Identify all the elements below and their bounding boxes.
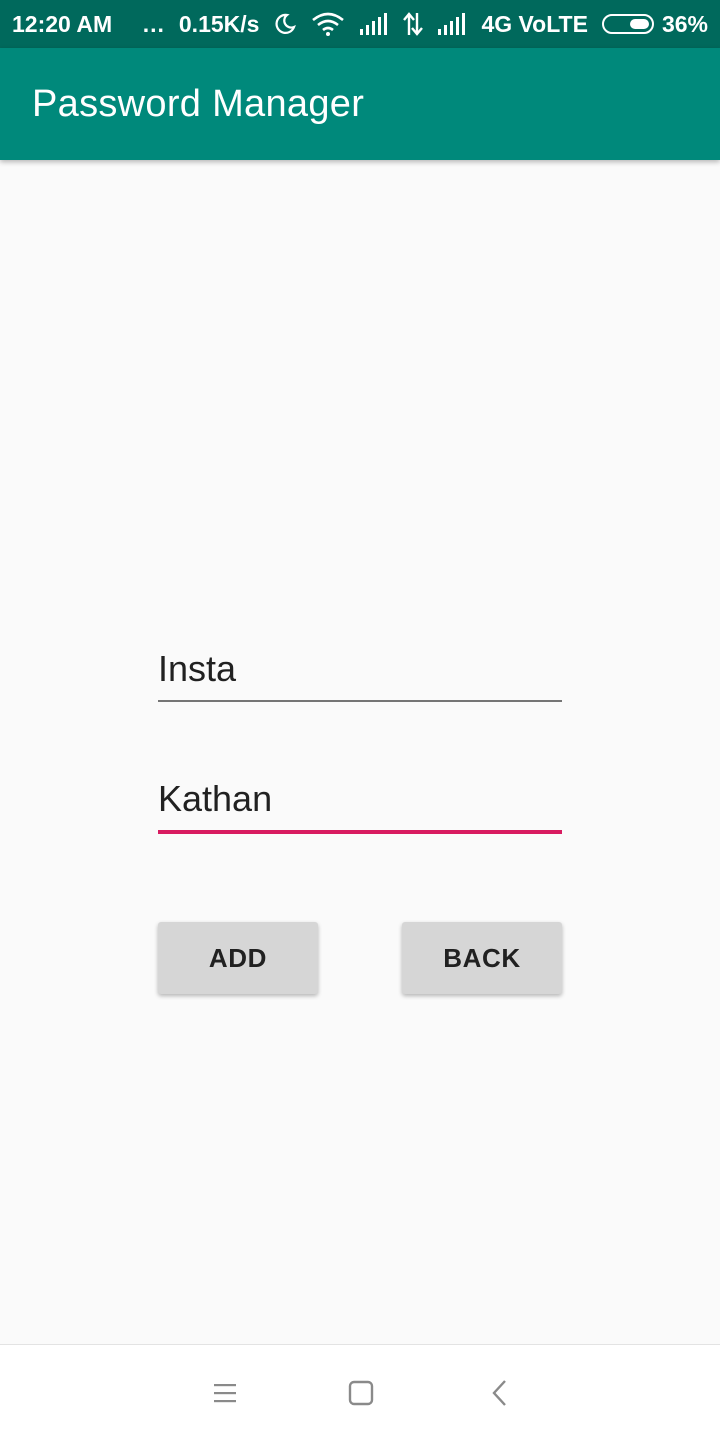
- signal-icon: [437, 13, 467, 35]
- status-bar: 12:20 AM ... 0.15K/s 4G VoLTE 36%: [0, 0, 720, 48]
- network-speed: 0.15K/s: [178, 10, 260, 37]
- status-right: ... 0.15K/s 4G VoLTE 36%: [143, 11, 708, 38]
- network-type: 4G VoLTE: [481, 10, 588, 37]
- site-input[interactable]: [158, 648, 562, 700]
- wifi-icon: [311, 12, 345, 36]
- back-icon[interactable]: [476, 1369, 524, 1417]
- battery-percent: 36%: [661, 10, 708, 37]
- username-input-underline: [158, 830, 562, 834]
- home-icon[interactable]: [337, 1369, 385, 1417]
- battery-fill: [629, 19, 649, 29]
- status-more-dots: ...: [142, 10, 165, 37]
- battery-indicator: 36%: [601, 10, 708, 38]
- navigation-bar: [0, 1344, 720, 1440]
- username-field[interactable]: [158, 778, 562, 834]
- signal-icon: [359, 13, 389, 35]
- moon-icon: [273, 12, 297, 36]
- site-input-underline: [158, 700, 562, 702]
- username-input[interactable]: [158, 778, 562, 830]
- data-arrows-icon: [403, 12, 424, 36]
- battery-icon: [601, 14, 654, 34]
- add-button[interactable]: ADD: [158, 922, 318, 994]
- app-title: Password Manager: [32, 82, 365, 125]
- site-field[interactable]: [158, 648, 562, 702]
- menu-icon[interactable]: [201, 1369, 249, 1417]
- back-button[interactable]: BACK: [402, 922, 562, 994]
- app-bar: Password Manager: [0, 48, 720, 160]
- status-time: 12:20 AM: [12, 10, 113, 37]
